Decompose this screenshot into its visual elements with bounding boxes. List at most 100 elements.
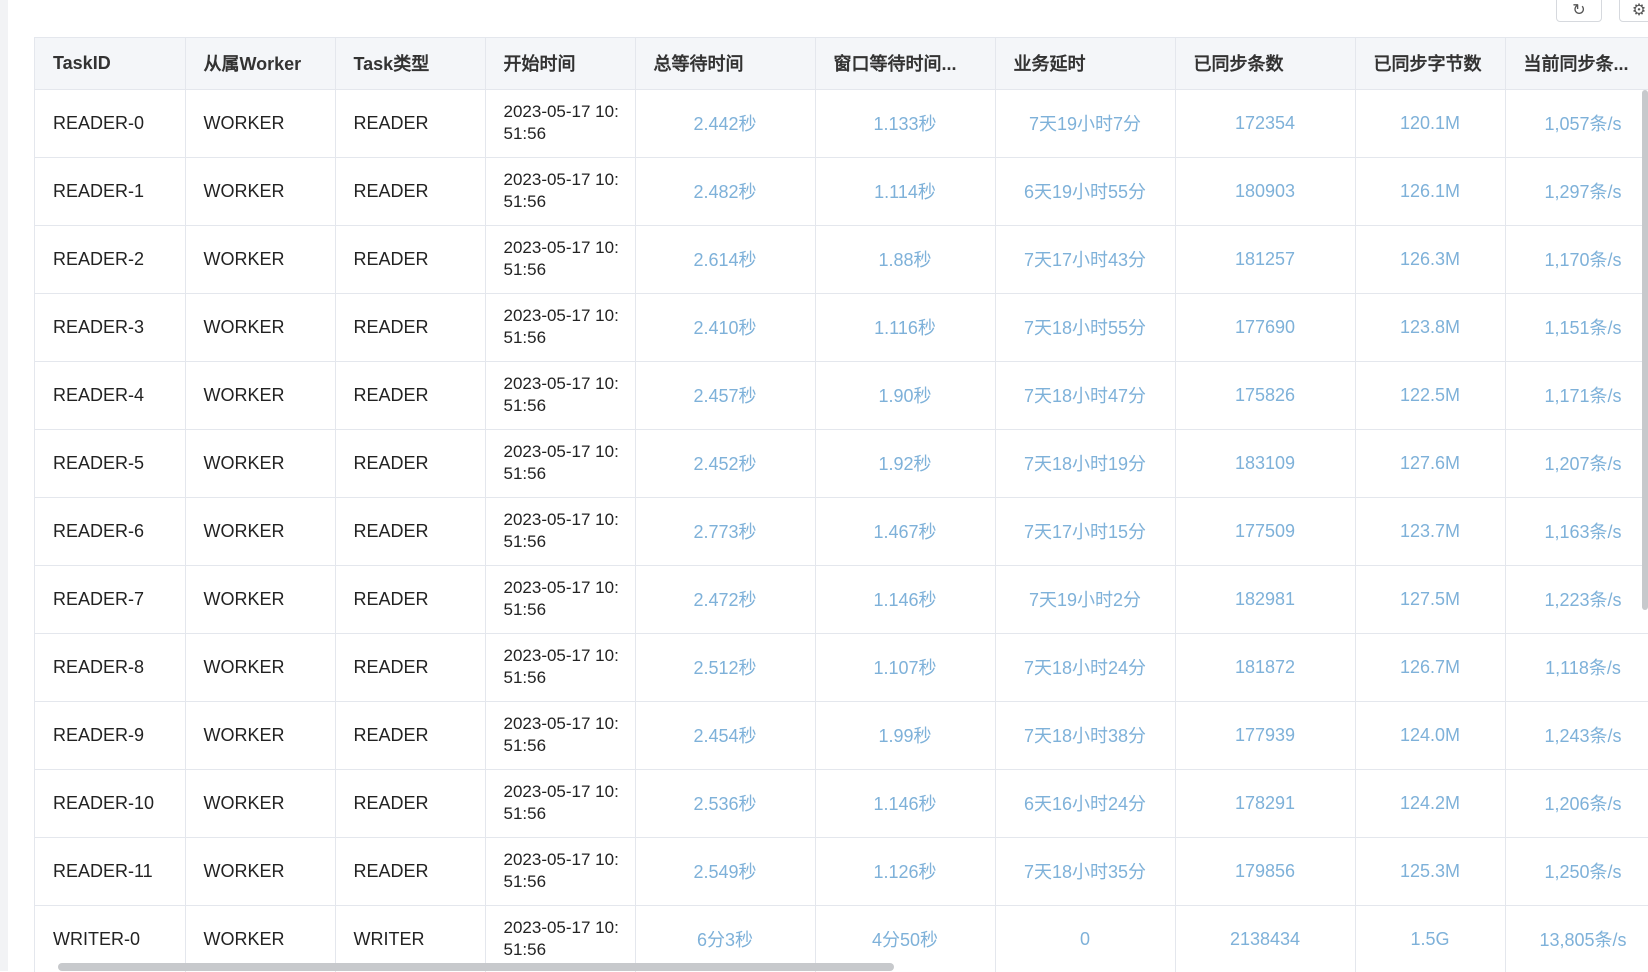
settings-button[interactable]: ⚙	[1619, 0, 1648, 22]
table-row[interactable]: READER-3 WORKER READER 2023-05-17 10:51:56 2…	[35, 293, 1648, 362]
cell-start-time: 2023-05-17 10:51:56	[485, 293, 636, 362]
cell-task-type: READER	[335, 497, 486, 566]
cell-worker: WORKER	[185, 701, 336, 770]
cell-task-type: READER	[335, 89, 486, 158]
cell-business-delay: 7天19小时2分	[995, 565, 1176, 634]
cell-task-id: READER-6	[35, 497, 186, 566]
cell-window-wait: 1.92秒	[815, 429, 996, 498]
column-header-window-wait[interactable]: 窗口等待时间...	[815, 38, 996, 90]
cell-business-delay: 7天17小时15分	[995, 497, 1176, 566]
cell-current-rate: 1,151条/s	[1505, 293, 1648, 362]
table-row[interactable]: READER-0 WORKER READER 2023-05-17 10:51:56 2…	[35, 89, 1648, 158]
cell-synced-bytes: 124.2M	[1355, 769, 1506, 838]
cell-synced-bytes: 1.5G	[1355, 905, 1506, 972]
column-header-synced-bytes[interactable]: 已同步字节数	[1355, 38, 1506, 90]
table-row[interactable]: READER-1 WORKER READER 2023-05-17 10:51:56 2…	[35, 157, 1648, 226]
vertical-scrollbar[interactable]	[1642, 90, 1648, 610]
cell-synced-bytes: 127.6M	[1355, 429, 1506, 498]
cell-start-time: 2023-05-17 10:51:56	[485, 905, 636, 972]
column-header-taskid[interactable]: TaskID	[35, 38, 186, 90]
table-row[interactable]: READER-4 WORKER READER 2023-05-17 10:51:56 2…	[35, 361, 1648, 430]
cell-total-wait: 2.512秒	[635, 633, 816, 702]
cell-task-id: READER-1	[35, 157, 186, 226]
table-row[interactable]: READER-11 WORKER READER 2023-05-17 10:51:56…	[35, 837, 1648, 906]
cell-start-time: 2023-05-17 10:51:56	[485, 633, 636, 702]
cell-start-time: 2023-05-17 10:51:56	[485, 837, 636, 906]
task-table-container: TaskID 从属Worker Task类型 开始时间 总等待时间 窗口等待时间…	[34, 37, 1648, 972]
cell-synced-count: 177939	[1175, 701, 1356, 770]
cell-synced-bytes: 123.7M	[1355, 497, 1506, 566]
table-row[interactable]: READER-6 WORKER READER 2023-05-17 10:51:56 2…	[35, 497, 1648, 566]
cell-synced-count: 175826	[1175, 361, 1356, 430]
table-row[interactable]: READER-7 WORKER READER 2023-05-17 10:51:56 2…	[35, 565, 1648, 634]
gear-icon: ⚙	[1631, 2, 1647, 19]
cell-total-wait: 2.410秒	[635, 293, 816, 362]
cell-synced-bytes: 126.3M	[1355, 225, 1506, 294]
cell-total-wait: 2.472秒	[635, 565, 816, 634]
cell-synced-bytes: 123.8M	[1355, 293, 1506, 362]
column-header-synced-count[interactable]: 已同步条数	[1175, 38, 1356, 90]
cell-task-type: WRITER	[335, 905, 486, 972]
column-header-worker[interactable]: 从属Worker	[185, 38, 336, 90]
table-row[interactable]: READER-8 WORKER READER 2023-05-17 10:51:56 2…	[35, 633, 1648, 702]
cell-task-id: WRITER-0	[35, 905, 186, 972]
cell-current-rate: 1,118条/s	[1505, 633, 1648, 702]
cell-window-wait: 1.114秒	[815, 157, 996, 226]
table-row[interactable]: READER-2 WORKER READER 2023-05-17 10:51:56 2…	[35, 225, 1648, 294]
cell-start-time: 2023-05-17 10:51:56	[485, 497, 636, 566]
cell-worker: WORKER	[185, 905, 336, 972]
cell-window-wait: 1.99秒	[815, 701, 996, 770]
cell-task-id: READER-9	[35, 701, 186, 770]
column-header-business-delay[interactable]: 业务延时	[995, 38, 1176, 90]
cell-current-rate: 1,206条/s	[1505, 769, 1648, 838]
cell-total-wait: 6分3秒	[635, 905, 816, 972]
cell-task-id: READER-5	[35, 429, 186, 498]
cell-worker: WORKER	[185, 429, 336, 498]
table-row[interactable]: READER-9 WORKER READER 2023-05-17 10:51:56 2…	[35, 701, 1648, 770]
cell-start-time: 2023-05-17 10:51:56	[485, 157, 636, 226]
cell-window-wait: 1.467秒	[815, 497, 996, 566]
cell-worker: WORKER	[185, 157, 336, 226]
cell-synced-count: 180903	[1175, 157, 1356, 226]
cell-start-time: 2023-05-17 10:51:56	[485, 89, 636, 158]
cell-synced-count: 183109	[1175, 429, 1356, 498]
cell-task-type: READER	[335, 701, 486, 770]
refresh-button[interactable]: ↻	[1556, 0, 1602, 22]
column-header-task-type[interactable]: Task类型	[335, 38, 486, 90]
cell-total-wait: 2.773秒	[635, 497, 816, 566]
cell-task-id: READER-11	[35, 837, 186, 906]
table-row[interactable]: READER-5 WORKER READER 2023-05-17 10:51:56 2…	[35, 429, 1648, 498]
cell-start-time: 2023-05-17 10:51:56	[485, 361, 636, 430]
cell-total-wait: 2.549秒	[635, 837, 816, 906]
cell-start-time: 2023-05-17 10:51:56	[485, 565, 636, 634]
cell-task-type: READER	[335, 293, 486, 362]
cell-synced-bytes: 127.5M	[1355, 565, 1506, 634]
cell-business-delay: 6天19小时55分	[995, 157, 1176, 226]
cell-task-type: READER	[335, 565, 486, 634]
cell-window-wait: 4分50秒	[815, 905, 996, 972]
cell-total-wait: 2.454秒	[635, 701, 816, 770]
table-row[interactable]: WRITER-0 WORKER WRITER 2023-05-17 10:51:56 6…	[35, 905, 1648, 972]
cell-synced-bytes: 122.5M	[1355, 361, 1506, 430]
cell-current-rate: 13,805条/s	[1505, 905, 1648, 972]
column-header-total-wait[interactable]: 总等待时间	[635, 38, 816, 90]
table-row[interactable]: READER-10 WORKER READER 2023-05-17 10:51:56…	[35, 769, 1648, 838]
cell-business-delay: 7天18小时55分	[995, 293, 1176, 362]
table-body: READER-0 WORKER READER 2023-05-17 10:51:56 2…	[35, 89, 1648, 972]
column-header-start-time[interactable]: 开始时间	[485, 38, 636, 90]
column-header-current-rate[interactable]: 当前同步条...	[1505, 38, 1648, 90]
cell-worker: WORKER	[185, 361, 336, 430]
cell-synced-bytes: 126.7M	[1355, 633, 1506, 702]
cell-business-delay: 7天19小时7分	[995, 89, 1176, 158]
cell-task-id: READER-10	[35, 769, 186, 838]
cell-current-rate: 1,207条/s	[1505, 429, 1648, 498]
cell-synced-count: 2138434	[1175, 905, 1356, 972]
horizontal-scrollbar[interactable]	[58, 963, 894, 971]
cell-current-rate: 1,163条/s	[1505, 497, 1648, 566]
cell-current-rate: 1,223条/s	[1505, 565, 1648, 634]
cell-task-id: READER-4	[35, 361, 186, 430]
cell-synced-bytes: 120.1M	[1355, 89, 1506, 158]
cell-task-type: READER	[335, 769, 486, 838]
cell-window-wait: 1.116秒	[815, 293, 996, 362]
cell-synced-bytes: 124.0M	[1355, 701, 1506, 770]
